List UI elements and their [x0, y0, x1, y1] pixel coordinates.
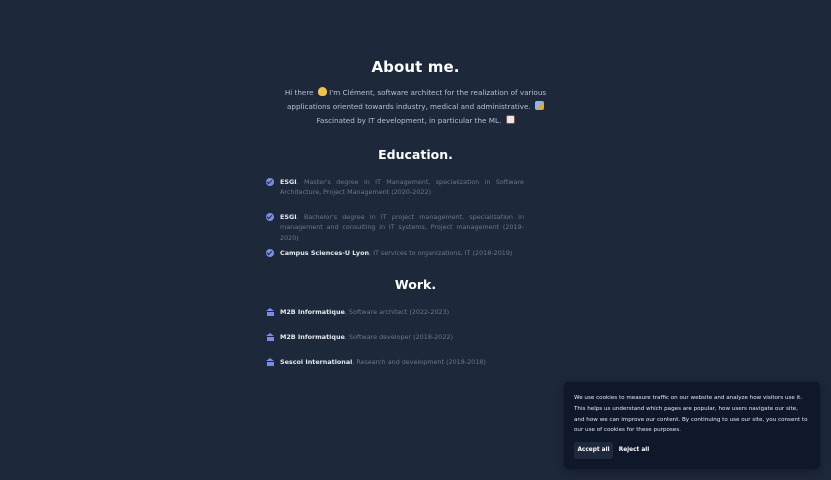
- cookie-message: We use cookies to measure traffic on our…: [574, 395, 808, 434]
- education-item: Campus Sciences-U Lyon, IT services to o…: [266, 248, 524, 258]
- intro-line-3: Fascinated by IT development, in particu…: [316, 116, 502, 125]
- education-title: Education.: [378, 147, 453, 162]
- check-circle-icon: [266, 178, 274, 186]
- about-title: About me.: [371, 58, 460, 76]
- work-company: M2B Informatique: [280, 308, 345, 316]
- work-detail: , Software developer (2018-2022): [344, 333, 453, 341]
- education-detail: , Bachelor's degree in IT project manage…: [280, 213, 524, 242]
- work-item: M2B Informatique, Software developer (20…: [266, 332, 524, 342]
- work-item: M2B Informatique, Software architect (20…: [266, 307, 524, 317]
- building-icon: [266, 358, 274, 366]
- building-icon: [266, 333, 274, 341]
- reject-all-button[interactable]: Reject all: [617, 442, 651, 459]
- check-circle-icon: [266, 213, 274, 221]
- accept-all-button[interactable]: Accept all: [574, 442, 613, 459]
- intro-line-1: I'm Clément, software architect for the …: [329, 88, 547, 97]
- tools-icon: [534, 101, 544, 110]
- robot-icon: [505, 115, 515, 124]
- work-company: M2B Informatique: [280, 333, 345, 341]
- education-school: ESGI: [280, 213, 297, 221]
- about-intro: Hi there I'm Clément, software architect…: [270, 86, 561, 128]
- building-icon: [266, 308, 274, 316]
- work-detail: , Software architect (2022-2023): [344, 308, 450, 316]
- work-item: Sescoi International, Research and devel…: [266, 357, 524, 367]
- intro-line-2: applications oriented towards industry, …: [287, 102, 531, 111]
- page: About me. Hi there I'm Clément, software…: [0, 0, 831, 480]
- work-detail: , Research and development (2018-2018): [352, 358, 486, 366]
- work-company: Sescoi International: [280, 358, 353, 366]
- education-item: ESGI, Master's degree in IT Management, …: [266, 177, 524, 198]
- education-school: ESGI: [280, 178, 297, 186]
- education-detail: , IT services to organizations, IT (2018…: [369, 249, 513, 257]
- education-detail: , Master's degree in IT Management, spec…: [280, 178, 524, 197]
- intro-greeting: Hi there: [284, 88, 314, 97]
- work-title: Work.: [394, 277, 437, 292]
- check-circle-icon: [266, 249, 274, 257]
- education-item: ESGI, Bachelor's degree in IT project ma…: [266, 212, 524, 243]
- education-school: Campus Sciences-U Lyon: [280, 249, 370, 257]
- waving-hand-icon: [317, 87, 327, 96]
